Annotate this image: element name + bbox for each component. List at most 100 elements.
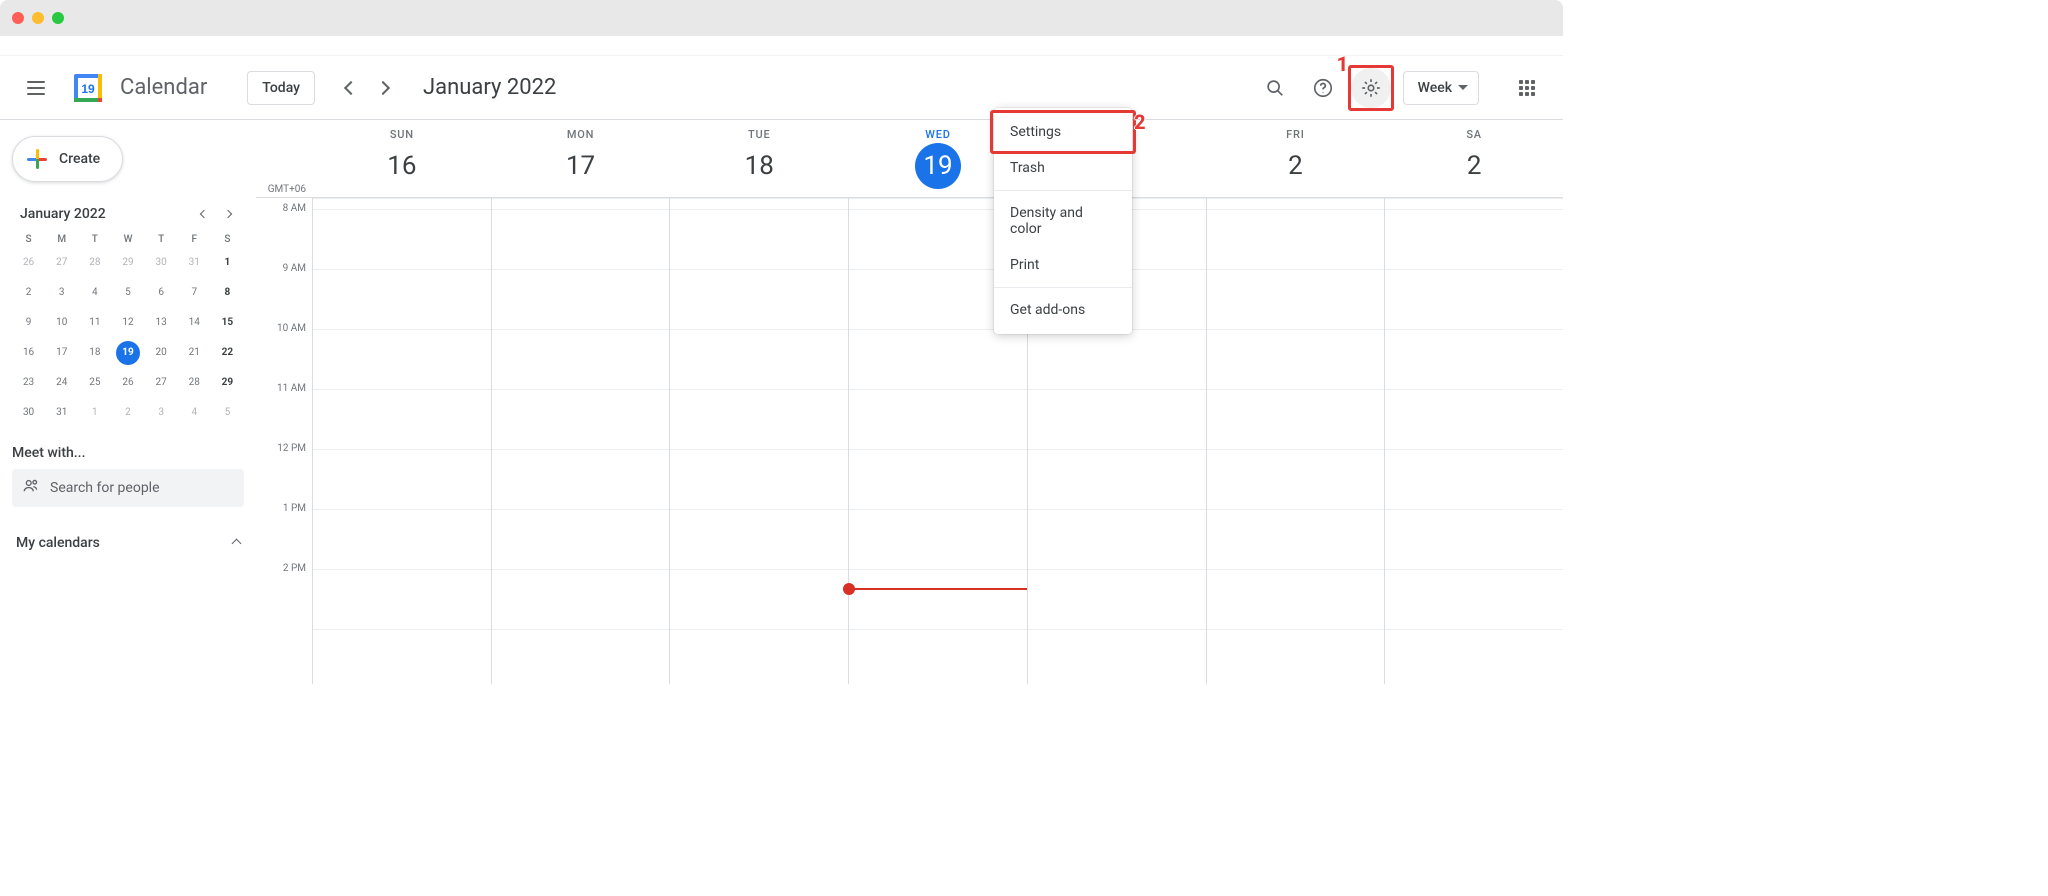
mini-day[interactable]: 1 — [83, 401, 107, 425]
mini-day[interactable]: 21 — [182, 341, 206, 365]
mini-day[interactable]: 10 — [50, 311, 74, 335]
mini-day[interactable]: 26 — [116, 371, 140, 395]
mini-day[interactable]: 29 — [116, 251, 140, 275]
hour-label: 9 AM — [283, 263, 306, 274]
day-header[interactable]: MON 17 — [491, 124, 670, 197]
help-button[interactable] — [1303, 68, 1343, 108]
day-column[interactable] — [312, 198, 491, 684]
mini-day[interactable]: 22 — [215, 341, 239, 365]
day-header[interactable]: FRI2 — [1206, 124, 1385, 197]
mini-day[interactable]: 3 — [149, 401, 173, 425]
window-zoom-dot[interactable] — [52, 12, 64, 24]
next-period-button[interactable] — [367, 72, 399, 104]
view-switcher-label: Week — [1418, 80, 1452, 96]
day-header-dow: MON — [492, 128, 670, 141]
settings-menu-item[interactable]: Density and color — [994, 195, 1132, 247]
hour-label: 2 PM — [283, 563, 306, 574]
chevron-left-icon — [344, 80, 358, 94]
mini-day[interactable]: 27 — [50, 251, 74, 275]
mini-day[interactable]: 3 — [50, 281, 74, 305]
prev-period-button[interactable] — [335, 72, 367, 104]
mini-day[interactable]: 7 — [182, 281, 206, 305]
sidebar: Create January 2022 SMTWTFS2627282930311… — [0, 120, 256, 684]
google-apps-button[interactable] — [1507, 68, 1547, 108]
people-search-input[interactable]: Search for people — [12, 469, 244, 507]
day-header-num[interactable]: 19 — [915, 143, 961, 189]
mini-day[interactable]: 26 — [17, 251, 41, 275]
mini-day[interactable]: 18 — [83, 341, 107, 365]
settings-button[interactable] — [1351, 68, 1391, 108]
mini-day[interactable]: 5 — [215, 401, 239, 425]
mini-calendar[interactable]: SMTWTFS262728293031123456789101112131415… — [12, 230, 244, 437]
create-button[interactable]: Create — [12, 136, 123, 182]
mini-prev-month-button[interactable] — [192, 202, 216, 226]
mini-day[interactable]: 31 — [50, 401, 74, 425]
day-header-num[interactable]: 17 — [558, 143, 604, 189]
window-minimize-dot[interactable] — [32, 12, 44, 24]
mini-day[interactable]: 9 — [17, 311, 41, 335]
mini-day[interactable]: 16 — [17, 341, 41, 365]
mini-day[interactable]: 20 — [149, 341, 173, 365]
mini-day[interactable]: 31 — [182, 251, 206, 275]
mini-day[interactable]: 28 — [83, 251, 107, 275]
day-header-num[interactable]: 2 — [1451, 143, 1497, 189]
mini-dow: S — [211, 234, 244, 245]
main-menu-button[interactable] — [16, 68, 56, 108]
mini-dow: S — [12, 234, 45, 245]
mini-day[interactable]: 17 — [50, 341, 74, 365]
search-button[interactable] — [1255, 68, 1295, 108]
settings-menu-item[interactable]: Settings — [994, 114, 1132, 150]
mini-day[interactable]: 6 — [149, 281, 173, 305]
mini-day[interactable]: 4 — [182, 401, 206, 425]
mini-next-month-button[interactable] — [216, 202, 240, 226]
view-switcher[interactable]: Week — [1403, 71, 1479, 105]
mini-day[interactable]: 30 — [17, 401, 41, 425]
settings-dropdown: SettingsTrash Density and colorPrint Get a… — [994, 108, 1132, 334]
mini-day[interactable]: 29 — [215, 371, 239, 395]
settings-menu-item[interactable]: Trash — [994, 150, 1132, 186]
day-header-num[interactable]: 2 — [1272, 143, 1318, 189]
day-column[interactable] — [1384, 198, 1563, 684]
mini-day[interactable]: 27 — [149, 371, 173, 395]
settings-menu-item[interactable]: Print — [994, 247, 1132, 283]
day-header-num[interactable]: 18 — [736, 143, 782, 189]
period-label: January 2022 — [423, 75, 556, 100]
day-header[interactable]: SUN16 — [312, 124, 491, 197]
hour-label: 12 PM — [277, 443, 306, 454]
mini-day[interactable]: 19 — [116, 341, 140, 365]
day-column[interactable] — [491, 198, 670, 684]
mini-day[interactable]: 30 — [149, 251, 173, 275]
mini-day[interactable]: 15 — [215, 311, 239, 335]
mini-day[interactable]: 5 — [116, 281, 140, 305]
mini-day[interactable]: 1 — [215, 251, 239, 275]
hour-label: 8 AM — [283, 203, 306, 214]
mini-day[interactable]: 14 — [182, 311, 206, 335]
mini-dow: T — [145, 234, 178, 245]
mini-day[interactable]: 2 — [116, 401, 140, 425]
day-header-num[interactable]: 16 — [379, 143, 425, 189]
mini-day[interactable]: 2 — [17, 281, 41, 305]
mini-day[interactable]: 24 — [50, 371, 74, 395]
app-title: Calendar — [120, 75, 207, 100]
day-header[interactable]: TUE18 — [669, 124, 848, 197]
today-button[interactable]: Today — [247, 71, 315, 105]
mini-day[interactable]: 13 — [149, 311, 173, 335]
mini-day[interactable]: 4 — [83, 281, 107, 305]
mini-day[interactable]: 25 — [83, 371, 107, 395]
day-column[interactable] — [1206, 198, 1385, 684]
mini-day[interactable]: 12 — [116, 311, 140, 335]
settings-menu-item[interactable]: Get add-ons — [994, 292, 1132, 328]
day-column[interactable] — [669, 198, 848, 684]
mini-dow: M — [45, 234, 78, 245]
mini-day[interactable]: 28 — [182, 371, 206, 395]
window-close-dot[interactable] — [12, 12, 24, 24]
mini-day[interactable]: 11 — [83, 311, 107, 335]
day-header[interactable]: SA2 — [1384, 124, 1563, 197]
my-calendars-toggle[interactable]: My calendars — [12, 531, 244, 555]
mini-day[interactable]: 23 — [17, 371, 41, 395]
chevron-right-icon — [376, 80, 390, 94]
time-gutter: 8 AM9 AM10 AM11 AM12 PM1 PM2 PM — [256, 198, 312, 684]
day-header-row: GMT+06 SUN16MON17TUE18WED19THU20FRI2SA2 — [256, 120, 1563, 198]
mini-day[interactable]: 8 — [215, 281, 239, 305]
grid-body[interactable]: 8 AM9 AM10 AM11 AM12 PM1 PM2 PM — [256, 198, 1563, 684]
